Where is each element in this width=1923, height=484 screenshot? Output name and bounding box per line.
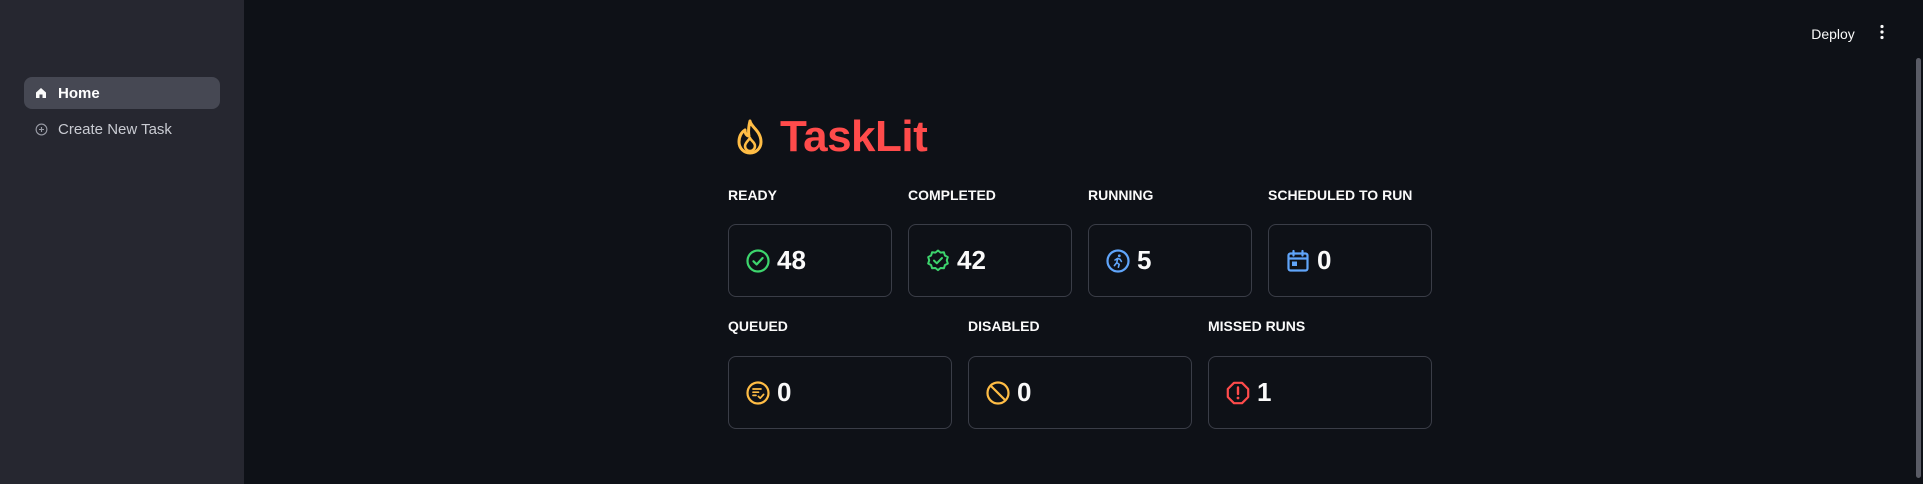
metric-value-running: 5 xyxy=(1137,245,1152,275)
metric-label-completed: COMPLETED xyxy=(908,187,996,203)
sidebar-nav: Home Create New Task xyxy=(24,77,220,149)
metric-card-missed-runs: 1 xyxy=(1208,356,1432,429)
more-vertical-icon xyxy=(1880,24,1884,45)
metric-card-scheduled: 0 xyxy=(1268,224,1432,297)
metric-card-queued: 0 xyxy=(728,356,952,429)
sidebar-item-create-new-task[interactable]: Create New Task xyxy=(24,113,220,145)
metric-label-queued: QUEUED xyxy=(728,318,788,334)
metric-value-disabled: 0 xyxy=(1017,377,1032,407)
app-root: Home Create New Task Deploy TaskLit READ… xyxy=(0,0,1923,484)
sidebar-item-home[interactable]: Home xyxy=(24,77,220,109)
running-icon xyxy=(1105,248,1131,274)
sidebar: Home Create New Task xyxy=(0,0,244,484)
metric-value-queued: 0 xyxy=(777,377,792,407)
metric-value-completed: 42 xyxy=(957,245,986,275)
home-icon xyxy=(34,86,48,100)
metric-label-ready: READY xyxy=(728,187,778,203)
queue-icon xyxy=(745,380,771,406)
page-title: TaskLit xyxy=(728,112,928,162)
metric-card-completed: 42 xyxy=(908,224,1072,297)
sidebar-item-label: Home xyxy=(58,84,100,102)
metric-card-running: 5 xyxy=(1088,224,1252,297)
verified-badge-icon xyxy=(925,248,951,274)
scrollbar[interactable] xyxy=(1914,0,1923,484)
error-icon xyxy=(1225,380,1251,406)
check-circle-icon xyxy=(745,248,771,274)
deploy-button[interactable]: Deploy xyxy=(1800,22,1866,46)
metric-value-scheduled: 0 xyxy=(1317,245,1332,275)
fire-icon xyxy=(728,115,772,159)
calendar-icon xyxy=(1285,248,1311,274)
app-title: TaskLit xyxy=(780,112,928,161)
metric-card-ready: 48 xyxy=(728,224,892,297)
metric-label-missed-runs: MISSED RUNS xyxy=(1208,318,1306,334)
metric-label-scheduled: SCHEDULED TO RUN xyxy=(1268,187,1413,203)
metric-label-running: RUNNING xyxy=(1088,187,1154,203)
sidebar-item-label: Create New Task xyxy=(58,120,172,138)
scrollbar-thumb[interactable] xyxy=(1916,58,1921,478)
metric-value-missed-runs: 1 xyxy=(1257,377,1272,407)
metric-label-disabled: DISABLED xyxy=(968,318,1040,334)
main-menu-button[interactable] xyxy=(1872,22,1892,46)
add-circle-icon xyxy=(34,122,48,136)
metric-value-ready: 48 xyxy=(777,245,806,275)
metric-card-disabled: 0 xyxy=(968,356,1192,429)
block-icon xyxy=(985,380,1011,406)
